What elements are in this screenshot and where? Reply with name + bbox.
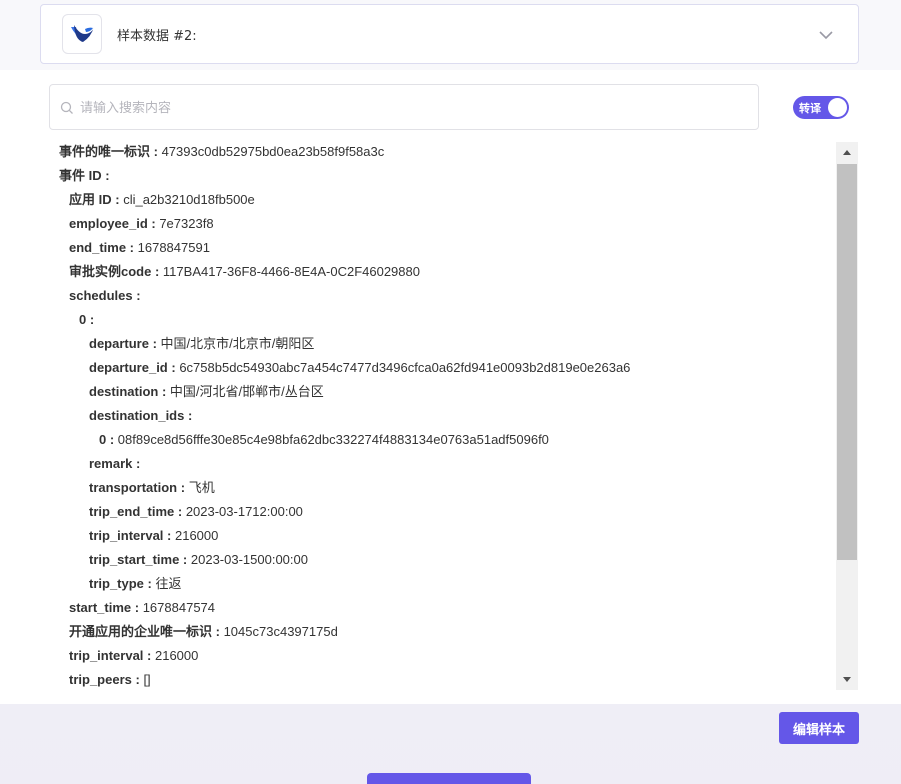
scroll-up-arrow-icon[interactable] bbox=[836, 142, 858, 162]
tree-key: departure_id : bbox=[89, 360, 176, 375]
tree-row: transportation : 飞机 bbox=[50, 476, 833, 500]
tree-key: departure : bbox=[89, 336, 157, 351]
tree-row: end_time : 1678847591 bbox=[50, 236, 833, 260]
scroll-thumb[interactable] bbox=[837, 164, 857, 560]
tree-key: trip_type : bbox=[89, 576, 152, 591]
tree-key: trip_peers : bbox=[69, 672, 140, 687]
search-icon bbox=[60, 100, 74, 114]
tree-row: start_time : 1678847574 bbox=[50, 596, 833, 620]
tree-key: 审批实例code : bbox=[69, 264, 160, 279]
tree-key: trip_end_time : bbox=[89, 504, 183, 519]
tree-key: 0 : bbox=[99, 432, 115, 447]
tree-row: 事件的唯一标识 : 47393c0db52975bd0ea23b58f9f58a… bbox=[50, 140, 833, 164]
translate-toggle[interactable]: 转译 bbox=[793, 96, 849, 119]
vertical-scrollbar[interactable] bbox=[836, 142, 858, 690]
tree-row: destination : 中国/河北省/邯郸市/丛台区 bbox=[50, 380, 833, 404]
tree-key: trip_interval : bbox=[89, 528, 172, 543]
tree-row: schedules : bbox=[50, 284, 833, 308]
sample-title: 样本数据 #2: bbox=[117, 28, 197, 44]
tree-value: 1678847591 bbox=[137, 240, 210, 255]
tree-key: employee_id : bbox=[69, 216, 156, 231]
tree-key: schedules : bbox=[69, 288, 141, 303]
tree-value: 08f89ce8d56fffe30e85c4e98bfa62dbc332274f… bbox=[117, 432, 549, 447]
tree-value: 216000 bbox=[154, 648, 199, 663]
tree-key: 事件的唯一标识 : bbox=[59, 144, 158, 159]
tree-row: trip_peers : [] bbox=[50, 668, 833, 690]
tree-key: start_time : bbox=[69, 600, 140, 615]
tree-value: [] bbox=[143, 672, 151, 687]
tree-row: 审批实例code : 117BA417-36F8-4466-8E4A-0C2F4… bbox=[50, 260, 833, 284]
edit-sample-button[interactable]: 编辑样本 bbox=[779, 712, 859, 744]
tree-value: 2023-03-1500:00:00 bbox=[190, 552, 308, 567]
tree-key: end_time : bbox=[69, 240, 135, 255]
tree-row: 0 : bbox=[50, 308, 833, 332]
tree-key: destination : bbox=[89, 384, 167, 399]
scroll-down-arrow-icon[interactable] bbox=[836, 670, 858, 690]
tree-value: 47393c0db52975bd0ea23b58f9f58a3c bbox=[161, 144, 385, 159]
toggle-knob bbox=[828, 98, 847, 117]
tree-value: 216000 bbox=[174, 528, 219, 543]
data-tree: 事件的唯一标识 : 47393c0db52975bd0ea23b58f9f58a… bbox=[50, 140, 833, 690]
tree-row: 0 : 08f89ce8d56fffe30e85c4e98bfa62dbc332… bbox=[50, 428, 833, 452]
tree-row: trip_end_time : 2023-03-1712:00:00 bbox=[50, 500, 833, 524]
app-logo-icon bbox=[62, 14, 102, 54]
tree-value: 中国/河北省/邯郸市/丛台区 bbox=[169, 384, 324, 399]
tree-value: 1678847574 bbox=[142, 600, 216, 615]
search-box[interactable] bbox=[49, 84, 759, 130]
tree-row: destination_ids : bbox=[50, 404, 833, 428]
tree-value: 6c758b5dc54930abc7a454c7477d3496cfca0a62… bbox=[179, 360, 631, 375]
tree-key: trip_interval : bbox=[69, 648, 152, 663]
bottom-primary-button[interactable] bbox=[367, 773, 531, 784]
toggle-label: 转译 bbox=[799, 101, 821, 115]
chevron-down-icon[interactable] bbox=[818, 27, 834, 43]
tree-value: 117BA417-36F8-4466-8E4A-0C2F46029880 bbox=[162, 264, 420, 279]
tree-key: 应用 ID : bbox=[69, 192, 120, 207]
tree-row: remark : bbox=[50, 452, 833, 476]
tree-value: cli_a2b3210d18fb500e bbox=[123, 192, 255, 207]
search-input[interactable] bbox=[80, 99, 758, 115]
tree-value: 中国/北京市/北京市/朝阳区 bbox=[160, 336, 315, 351]
tree-key: 事件 ID : bbox=[59, 168, 110, 183]
tree-key: remark : bbox=[89, 456, 141, 471]
tree-value: 7e7323f8 bbox=[159, 216, 214, 231]
tree-row: departure_id : 6c758b5dc54930abc7a454c74… bbox=[50, 356, 833, 380]
tree-key: 0 : bbox=[79, 312, 95, 327]
tree-value: 飞机 bbox=[188, 480, 215, 495]
sample-accordion-header[interactable]: 样本数据 #2: bbox=[40, 4, 859, 64]
tree-row: employee_id : 7e7323f8 bbox=[50, 212, 833, 236]
tree-key: 开通应用的企业唯一标识 : bbox=[69, 624, 220, 639]
tree-row: trip_start_time : 2023-03-1500:00:00 bbox=[50, 548, 833, 572]
tree-row: 开通应用的企业唯一标识 : 1045c73c4397175d bbox=[50, 620, 833, 644]
tree-row: 事件 ID : bbox=[50, 164, 833, 188]
tree-row: trip_interval : 216000 bbox=[50, 524, 833, 548]
tree-row: trip_type : 往返 bbox=[50, 572, 833, 596]
tree-key: transportation : bbox=[89, 480, 186, 495]
tree-key: destination_ids : bbox=[89, 408, 193, 423]
tree-row: 应用 ID : cli_a2b3210d18fb500e bbox=[50, 188, 833, 212]
tree-row: departure : 中国/北京市/北京市/朝阳区 bbox=[50, 332, 833, 356]
tree-row: trip_interval : 216000 bbox=[50, 644, 833, 668]
tree-value: 往返 bbox=[155, 576, 182, 591]
tree-key: trip_start_time : bbox=[89, 552, 188, 567]
tree-value: 2023-03-1712:00:00 bbox=[185, 504, 303, 519]
tree-value: 1045c73c4397175d bbox=[223, 624, 338, 639]
